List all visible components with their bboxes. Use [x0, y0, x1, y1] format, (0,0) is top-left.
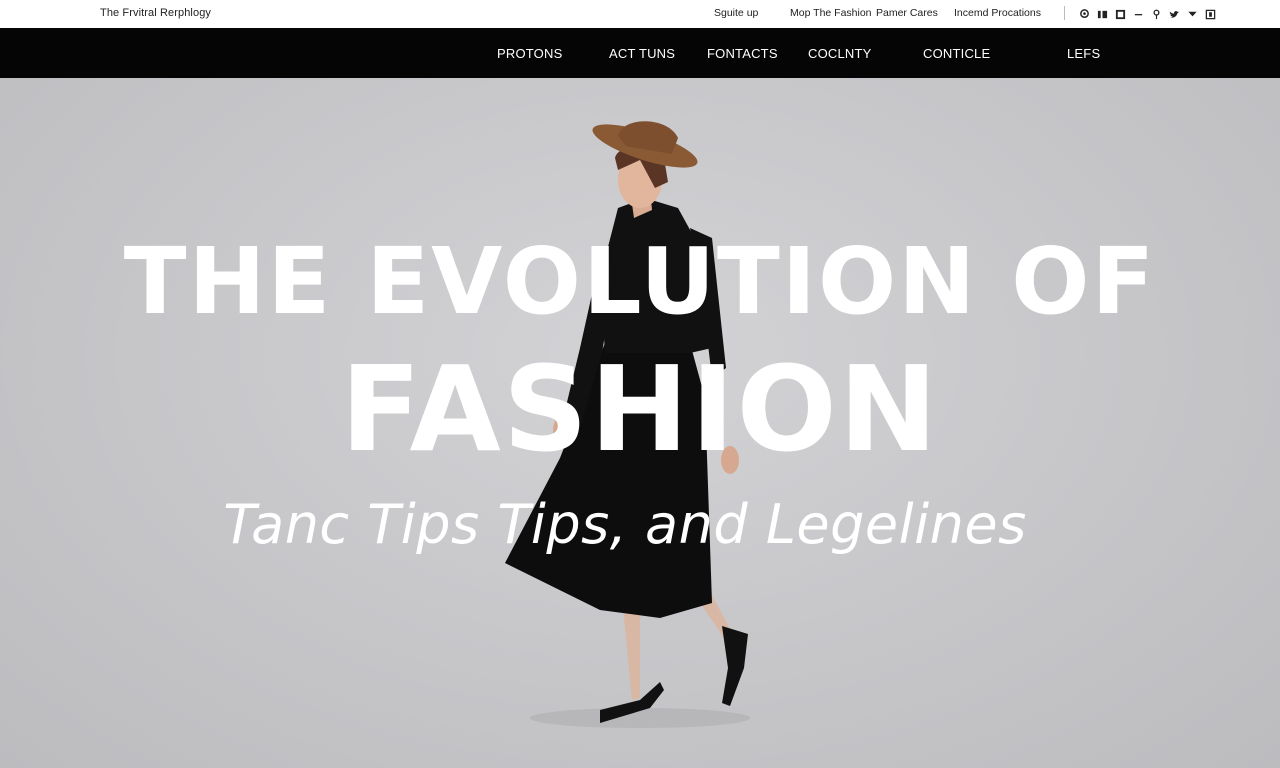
hero-banner: THE EVOLUTION OF FASHION Tanc Tips Tips,…: [0, 78, 1280, 768]
nav-item-protons[interactable]: PROTONS: [497, 46, 562, 61]
pin-icon[interactable]: [1148, 6, 1164, 22]
location-icon[interactable]: [1076, 6, 1092, 22]
utility-link-sign-up[interactable]: Sguite up: [714, 7, 790, 19]
twitter-bird-icon[interactable]: [1184, 6, 1200, 22]
dash-icon[interactable]: [1130, 6, 1146, 22]
main-navigation: PROTONS ACT TUNS FONTACTS COCLNTY CONTIC…: [0, 28, 1280, 78]
utility-link-customer-care[interactable]: Pamer Cares: [876, 7, 954, 19]
hero-subtitle: Tanc Tips Tips, and Legelines: [223, 493, 1027, 556]
instagram-icon[interactable]: [1094, 6, 1110, 22]
site-brand-link[interactable]: The Frvitral Rerphlogy: [100, 7, 211, 19]
utility-divider: [1064, 6, 1065, 20]
social-icons: [1076, 6, 1220, 22]
nav-item-fontacts[interactable]: FONTACTS: [707, 46, 778, 61]
utility-link-promotions[interactable]: Incemd Procations: [954, 7, 1064, 19]
nav-item-act-tuns[interactable]: ACT TUNS: [609, 46, 675, 61]
nav-item-conticle[interactable]: CONTICLE: [923, 46, 990, 61]
pinterest-icon[interactable]: [1112, 6, 1128, 22]
hero-title-line-1: THE EVOLUTION OF: [123, 228, 1157, 335]
utility-links: Sguite up Mop The Fashion Pamer Cares In…: [714, 7, 1064, 19]
nav-item-coclnty[interactable]: COCLNTY: [808, 46, 872, 61]
square-icon[interactable]: [1202, 6, 1218, 22]
utility-bar: The Frvitral Rerphlogy Sguite up Mop The…: [0, 0, 1280, 28]
hero-title-line-2: FASHION: [340, 340, 940, 478]
nav-item-lefs[interactable]: LEFS: [1067, 46, 1100, 61]
utility-link-shop-fashion[interactable]: Mop The Fashion: [790, 7, 876, 19]
twitter-icon[interactable]: [1166, 6, 1182, 22]
